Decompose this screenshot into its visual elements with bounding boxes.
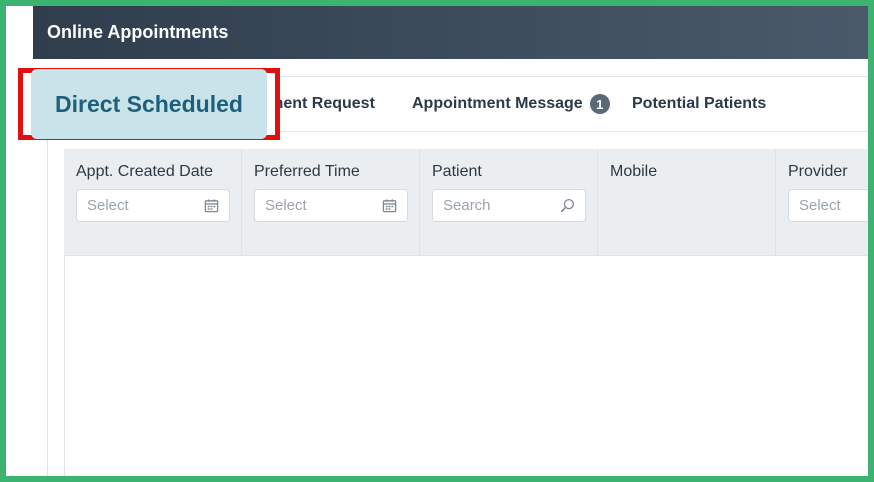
filter-placeholder: Select	[265, 197, 307, 214]
tab-direct-scheduled-label: Direct Scheduled	[31, 69, 267, 139]
search-icon	[560, 198, 575, 213]
message-count-badge: 1	[589, 94, 610, 114]
appt-created-date-filter[interactable]: Select	[76, 189, 230, 222]
column-appt-created-date: Appt. Created Date Select	[64, 149, 242, 255]
tab-potential-patients[interactable]: Potential Patients	[632, 76, 766, 132]
filter-placeholder: Select	[87, 197, 129, 214]
tab-direct-scheduled[interactable]: Direct Scheduled	[18, 68, 280, 140]
tab-potential-patients-label: Potential Patients	[632, 95, 767, 112]
column-label: Mobile	[610, 163, 658, 180]
column-label: Provider	[788, 163, 848, 180]
filter-placeholder: Search	[443, 197, 491, 214]
column-preferred-time: Preferred Time Select	[242, 149, 420, 255]
table-header: Appt. Created Date Select Preferred Time	[64, 149, 868, 256]
column-patient: Patient Search	[420, 149, 598, 255]
column-provider: Provider Select	[776, 149, 868, 255]
column-label: Patient	[432, 163, 482, 180]
tab-appointment-message-label: Appointment Message	[412, 95, 583, 112]
calendar-icon	[382, 199, 397, 213]
filter-placeholder: Select	[799, 197, 841, 214]
calendar-icon	[204, 199, 219, 213]
page-title: Online Appointments	[47, 22, 229, 42]
provider-filter[interactable]: Select	[788, 189, 868, 222]
column-label: Preferred Time	[254, 163, 360, 180]
column-label: Appt. Created Date	[76, 163, 213, 180]
app-window: Online Appointments Direct Scheduled ntm…	[6, 6, 868, 476]
tab-bar: Direct Scheduled ntment Request Appointm…	[18, 68, 868, 140]
patient-search-input[interactable]: Search	[432, 189, 586, 222]
preferred-time-filter[interactable]: Select	[254, 189, 408, 222]
tab-appointment-message[interactable]: Appointment Message 1	[412, 76, 610, 132]
table-body	[64, 256, 868, 476]
app-header: Online Appointments	[33, 6, 868, 59]
column-mobile: Mobile	[598, 149, 776, 255]
